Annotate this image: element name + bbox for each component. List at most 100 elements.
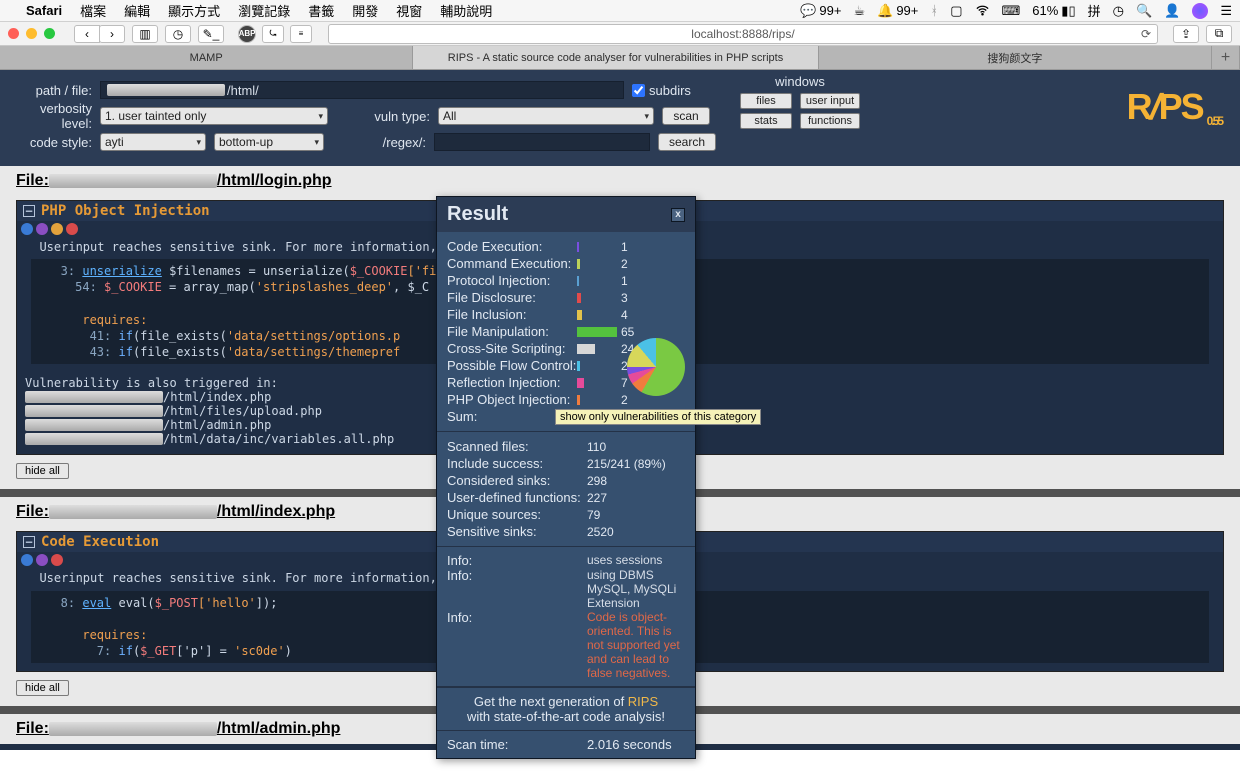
info-icon[interactable]: [36, 554, 48, 566]
windows-group: windows files user input stats functions: [740, 74, 860, 133]
airplay-icon[interactable]: ▢: [950, 3, 962, 19]
help-icon[interactable]: [21, 223, 33, 235]
menu-develop[interactable]: 開發: [352, 1, 378, 20]
scan-stat-row: User-defined functions:227: [447, 489, 685, 506]
close-icon[interactable]: x: [671, 208, 685, 222]
menu-edit[interactable]: 編輯: [124, 1, 150, 20]
rips-link[interactable]: RIPS: [628, 694, 658, 709]
new-tab-button[interactable]: +: [1212, 46, 1240, 69]
siri-icon[interactable]: [1192, 3, 1208, 19]
regex-label: /regex/:: [364, 135, 434, 150]
app-name[interactable]: Safari: [26, 3, 62, 18]
warn-icon[interactable]: [51, 223, 63, 235]
scan-stat-row: Unique sources:79: [447, 506, 685, 523]
hide-all-button[interactable]: hide all: [16, 463, 69, 479]
tab-bar: MAMP RIPS - A static source code analyse…: [0, 46, 1240, 70]
verbosity-label: verbosity level:: [12, 101, 100, 131]
path-input[interactable]: /html/: [100, 81, 624, 99]
keyboard-icon[interactable]: ⌨︎: [1002, 3, 1021, 19]
result-modal: Result x Code Execution:1Command Executi…: [436, 196, 696, 759]
user-icon[interactable]: 👤: [1164, 3, 1180, 19]
path-file-label: path / file:: [12, 83, 100, 98]
modal-title: Result: [447, 203, 508, 226]
back-button[interactable]: ‹: [74, 25, 100, 43]
scan-stat-row: Scanned files:110: [447, 438, 685, 455]
code-style-label: code style:: [12, 135, 100, 150]
info-icon[interactable]: [36, 223, 48, 235]
vuln-stat-row[interactable]: File Manipulation:65: [447, 323, 685, 340]
close-window-icon[interactable]: [8, 28, 19, 39]
input-source-icon[interactable]: 拼: [1088, 1, 1101, 20]
vuln-stat-row[interactable]: File Disclosure:3: [447, 289, 685, 306]
vuln-stat-row[interactable]: Code Execution:1: [447, 238, 685, 255]
collapse-icon[interactable]: −: [23, 536, 35, 548]
pie-chart: [627, 338, 685, 396]
sidebar-button[interactable]: ▥: [132, 25, 158, 43]
wechat-icon[interactable]: 💬99+: [800, 3, 841, 19]
vuln-stat-row[interactable]: Command Execution:2: [447, 255, 685, 272]
notification-center-icon[interactable]: ☰: [1220, 3, 1232, 19]
vuln-stats: Code Execution:1Command Execution:2Proto…: [437, 232, 695, 432]
clock-icon[interactable]: ◷: [1113, 3, 1124, 19]
adblock-extension-icon[interactable]: ABP: [238, 25, 256, 43]
collapse-icon[interactable]: −: [23, 205, 35, 217]
hide-all-button[interactable]: hide all: [16, 680, 69, 696]
bluetooth-icon[interactable]: ᚼ: [930, 3, 938, 18]
search-button[interactable]: search: [658, 133, 716, 151]
reload-icon[interactable]: ⟳: [1141, 27, 1151, 41]
macos-menubar: Safari 檔案 編輯 顯示方式 瀏覽記錄 書籤 開發 視窗 輔助說明 💬99…: [0, 0, 1240, 22]
regex-input[interactable]: [434, 133, 650, 151]
scan-button[interactable]: scan: [662, 107, 710, 125]
share-button[interactable]: ⇪: [1173, 25, 1199, 43]
forward-button[interactable]: ›: [99, 25, 125, 43]
menu-bookmarks[interactable]: 書籤: [308, 1, 334, 20]
safari-toolbar: ‹ › ▥ ◷ ✎_ ABP ⤿ ≡ localhost:8888/rips/ …: [0, 22, 1240, 46]
spotlight-icon[interactable]: 🔍: [1136, 3, 1152, 19]
vuln-stat-row[interactable]: File Inclusion:4: [447, 306, 685, 323]
verbosity-select[interactable]: 1. user tainted only▾: [100, 107, 328, 125]
extension-icon[interactable]: ⤿: [262, 25, 284, 43]
files-button[interactable]: files: [740, 93, 792, 109]
functions-button[interactable]: functions: [800, 113, 860, 129]
extension-menu-icon[interactable]: ≡: [290, 25, 312, 43]
rips-logo: R/PS0.55: [1127, 86, 1222, 128]
rips-control-panel: path / file: /html/ subdirs verbosity le…: [0, 70, 1240, 166]
menu-help[interactable]: 輔助說明: [440, 1, 492, 20]
menu-window[interactable]: 視窗: [396, 1, 422, 20]
scan-time: Scan time:2.016 seconds: [437, 731, 695, 758]
coffee-icon[interactable]: ☕︎: [853, 3, 865, 19]
vuln-type-select[interactable]: All▾: [438, 107, 654, 125]
vuln-type-label: vuln type:: [368, 109, 438, 124]
danger-icon[interactable]: [66, 223, 78, 235]
edit-button[interactable]: ✎_: [198, 25, 224, 43]
user-input-button[interactable]: user input: [800, 93, 860, 109]
window-controls[interactable]: [8, 28, 55, 39]
address-bar[interactable]: localhost:8888/rips/ ⟳: [328, 24, 1158, 44]
scan-stats: Scanned files:110Include success:215/241…: [437, 432, 695, 547]
menu-file[interactable]: 檔案: [80, 1, 106, 20]
windows-header: windows: [740, 74, 860, 89]
code-style-select[interactable]: ayti▾: [100, 133, 206, 151]
menu-view[interactable]: 顯示方式: [168, 1, 220, 20]
wifi-icon[interactable]: [975, 3, 990, 18]
battery-indicator[interactable]: 61% ▮▯: [1032, 3, 1075, 19]
file-header: File:/html/login.php: [0, 166, 1240, 196]
danger-icon[interactable]: [51, 554, 63, 566]
info-section: Info:uses sessions Info:using DBMS MySQL…: [437, 547, 695, 687]
minimize-window-icon[interactable]: [26, 28, 37, 39]
scan-stat-row: Sensitive sinks:2520: [447, 523, 685, 540]
tab-sogou[interactable]: 搜狗颜文字: [819, 46, 1212, 69]
history-button[interactable]: ◷: [165, 25, 191, 43]
subdirs-checkbox[interactable]: subdirs: [632, 83, 720, 98]
stats-button[interactable]: stats: [740, 113, 792, 129]
menu-history[interactable]: 瀏覽記錄: [238, 1, 290, 20]
tab-mamp[interactable]: MAMP: [0, 46, 413, 69]
direction-select[interactable]: bottom-up▾: [214, 133, 324, 151]
tab-rips[interactable]: RIPS - A static source code analyser for…: [413, 46, 818, 69]
notifications-icon[interactable]: 🔔99+: [877, 3, 918, 19]
category-tooltip: show only vulnerabilities of this catego…: [555, 409, 761, 425]
vuln-stat-row[interactable]: Protocol Injection:1: [447, 272, 685, 289]
zoom-window-icon[interactable]: [44, 28, 55, 39]
help-icon[interactable]: [21, 554, 33, 566]
tabs-button[interactable]: ⧉: [1206, 25, 1232, 43]
